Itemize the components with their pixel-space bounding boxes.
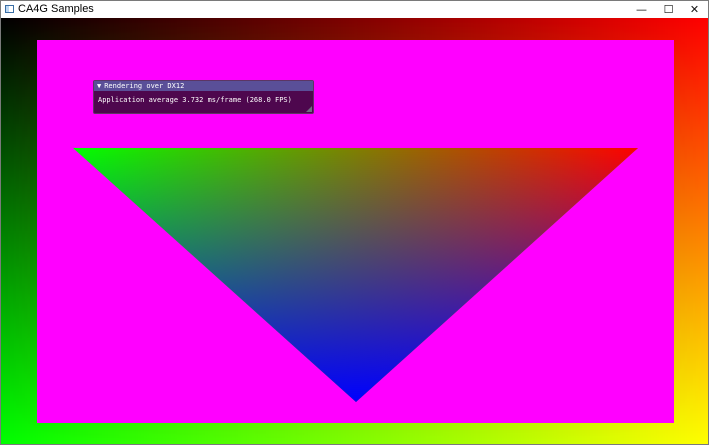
window-title: CA4G Samples (18, 3, 94, 15)
color-triangle (73, 148, 638, 402)
frame-stats-text: Application average 3.732 ms/frame (268.… (98, 96, 292, 104)
close-button[interactable]: ✕ (681, 1, 708, 18)
imgui-panel-header[interactable]: ▼ Rendering over DX12 (94, 81, 313, 91)
title-bar[interactable]: CA4G Samples — ☐ ✕ (1, 1, 708, 18)
maximize-button[interactable]: ☐ (655, 1, 682, 18)
minimize-button[interactable]: — (628, 1, 655, 18)
imgui-rendering-panel[interactable]: ▼ Rendering over DX12 Application averag… (93, 80, 314, 114)
render-viewport[interactable]: ▼ Rendering over DX12 Application averag… (1, 18, 708, 444)
resize-grip-icon[interactable] (306, 106, 312, 112)
app-window-icon (5, 5, 14, 13)
app-window: CA4G Samples — ☐ ✕ ▼ Rendering over DX12… (0, 0, 709, 445)
collapse-arrow-icon[interactable]: ▼ (97, 81, 101, 91)
imgui-panel-title: Rendering over DX12 (104, 82, 185, 90)
